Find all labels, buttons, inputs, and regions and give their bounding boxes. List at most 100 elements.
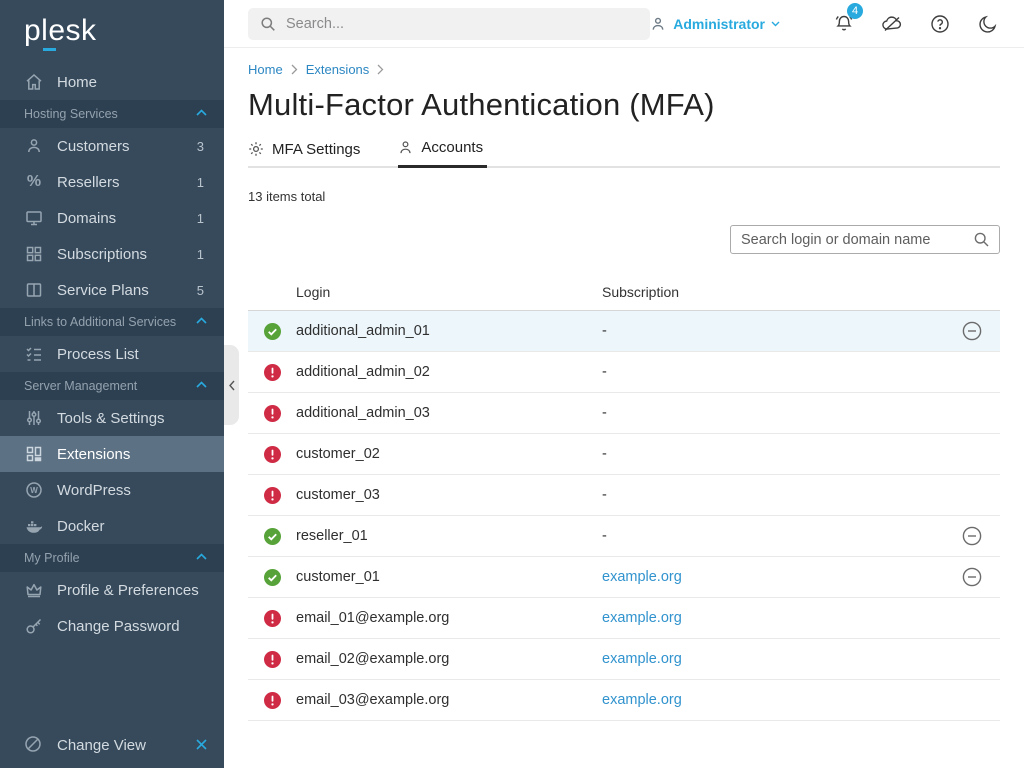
sidebar-item-change-password[interactable]: Change Password <box>0 608 224 644</box>
breadcrumb-extensions-link[interactable]: Extensions <box>306 62 370 77</box>
subscription-link[interactable]: example.org <box>602 610 682 626</box>
resellers-icon: % <box>24 172 44 192</box>
account-login: additional_admin_02 <box>296 364 602 380</box>
table-row[interactable]: customer_02 - <box>248 434 1000 475</box>
sidebar-item-customers[interactable]: Customers 3 <box>0 128 224 164</box>
table-row[interactable]: reseller_01 - <box>248 516 1000 557</box>
status-warning-icon <box>264 487 281 504</box>
table-row[interactable]: customer_01 example.org <box>248 557 1000 598</box>
tab-accounts[interactable]: Accounts <box>398 139 487 168</box>
sidebar-item-resellers[interactable]: % Resellers 1 <box>0 164 224 200</box>
status-ok-icon <box>264 323 281 340</box>
cloud-icon[interactable] <box>880 12 904 36</box>
sidebar-section-links-additional-services[interactable]: Links to Additional Services <box>0 308 224 336</box>
status-warning-icon <box>264 651 281 668</box>
sidebar-item-label: Resellers <box>57 174 197 191</box>
sidebar-item-service-plans[interactable]: Service Plans 5 <box>0 272 224 308</box>
global-search-input[interactable] <box>286 16 638 32</box>
table-row[interactable]: additional_admin_01 - <box>248 311 1000 352</box>
disable-mfa-button[interactable] <box>962 526 982 546</box>
person-icon <box>398 140 413 155</box>
sidebar-item-docker[interactable]: Docker <box>0 508 224 544</box>
notifications-bell-icon[interactable]: 4 <box>832 12 856 36</box>
sidebar-section-my-profile[interactable]: My Profile <box>0 544 224 572</box>
sidebar-item-label: Tools & Settings <box>57 410 208 427</box>
plesk-app: plesk Home Hosting Services Custom <box>0 0 1024 768</box>
account-login: email_03@example.org <box>296 692 602 708</box>
dark-mode-moon-icon[interactable] <box>976 12 1000 36</box>
sidebar-item-count: 3 <box>197 139 208 154</box>
sidebar-nav: Home Hosting Services Customers 3 % Rese… <box>0 64 224 722</box>
sidebar-section-label: Server Management <box>24 379 196 393</box>
table-row[interactable]: email_03@example.org example.org <box>248 680 1000 721</box>
sidebar-item-tools-settings[interactable]: Tools & Settings <box>0 400 224 436</box>
breadcrumb-home-link[interactable]: Home <box>248 62 283 77</box>
home-icon <box>24 72 44 92</box>
table-row[interactable]: additional_admin_02 - <box>248 352 1000 393</box>
sidebar-item-count: 1 <box>197 211 208 226</box>
subscription-value: - <box>602 446 607 462</box>
sidebar-item-change-view[interactable]: Change View <box>0 722 224 768</box>
sidebar-item-label: Docker <box>57 518 208 535</box>
table-row[interactable]: additional_admin_03 - <box>248 393 1000 434</box>
table-row[interactable]: email_02@example.org example.org <box>248 639 1000 680</box>
sidebar-collapse-handle[interactable] <box>224 345 239 425</box>
status-warning-icon <box>264 692 281 709</box>
status-warning-icon <box>264 446 281 463</box>
chevron-up-icon <box>196 553 208 563</box>
chevron-down-icon <box>771 21 780 27</box>
sidebar-item-extensions[interactable]: Extensions <box>0 436 224 472</box>
subscription-link[interactable]: example.org <box>602 651 682 667</box>
user-name: Administrator <box>673 16 765 32</box>
gear-icon <box>248 141 264 157</box>
search-icon <box>260 16 276 32</box>
table-header-row: Login Subscription <box>248 273 1000 311</box>
subscription-value: - <box>602 528 607 544</box>
sidebar-section-hosting-services[interactable]: Hosting Services <box>0 100 224 128</box>
sidebar-item-wordpress[interactable]: W WordPress <box>0 472 224 508</box>
subscription-column-header: Subscription <box>602 284 944 300</box>
wordpress-icon: W <box>24 480 44 500</box>
subscription-value: - <box>602 405 607 421</box>
sidebar-item-subscriptions[interactable]: Subscriptions 1 <box>0 236 224 272</box>
docker-icon <box>24 516 44 536</box>
sidebar-item-label: Customers <box>57 138 197 155</box>
plesk-logo-accent <box>43 48 56 51</box>
disable-mfa-button[interactable] <box>962 567 982 587</box>
sidebar-item-profile-preferences[interactable]: Profile & Preferences <box>0 572 224 608</box>
account-login: additional_admin_03 <box>296 405 602 421</box>
global-search[interactable] <box>248 8 650 40</box>
subscription-link[interactable]: example.org <box>602 569 682 585</box>
sidebar-section-server-management[interactable]: Server Management <box>0 372 224 400</box>
table-filter-search[interactable] <box>730 225 1000 254</box>
filter-row <box>248 225 1000 254</box>
account-login: customer_02 <box>296 446 602 462</box>
disable-mfa-button[interactable] <box>962 321 982 341</box>
table-row[interactable]: email_01@example.org example.org <box>248 598 1000 639</box>
table-row[interactable]: customer_03 - <box>248 475 1000 516</box>
sidebar: plesk Home Hosting Services Custom <box>0 0 224 768</box>
account-login: email_02@example.org <box>296 651 602 667</box>
chevron-right-icon <box>377 64 384 75</box>
sidebar-item-count: 1 <box>197 175 208 190</box>
sidebar-item-home[interactable]: Home <box>0 64 224 100</box>
sidebar-item-count: 5 <box>197 283 208 298</box>
tab-bar: MFA Settings Accounts <box>248 139 1000 168</box>
sidebar-item-label: Process List <box>57 346 208 363</box>
help-icon[interactable] <box>928 12 952 36</box>
sidebar-section-label: My Profile <box>24 551 196 565</box>
sidebar-item-label: Change Password <box>57 618 208 635</box>
sidebar-item-domains[interactable]: Domains 1 <box>0 200 224 236</box>
page-content: Home Extensions Multi-Factor Authenticat… <box>224 48 1024 768</box>
plesk-logo[interactable]: plesk <box>0 0 224 64</box>
tab-mfa-settings[interactable]: MFA Settings <box>248 139 364 168</box>
filter-search-input[interactable] <box>741 232 973 248</box>
chevron-up-icon <box>196 317 208 327</box>
close-icon[interactable] <box>196 739 208 751</box>
subscription-link[interactable]: example.org <box>602 692 682 708</box>
search-icon[interactable] <box>973 231 990 248</box>
user-menu[interactable]: Administrator <box>650 16 780 32</box>
sidebar-item-process-list[interactable]: Process List <box>0 336 224 372</box>
account-login: reseller_01 <box>296 528 602 544</box>
subscription-value: - <box>602 364 607 380</box>
